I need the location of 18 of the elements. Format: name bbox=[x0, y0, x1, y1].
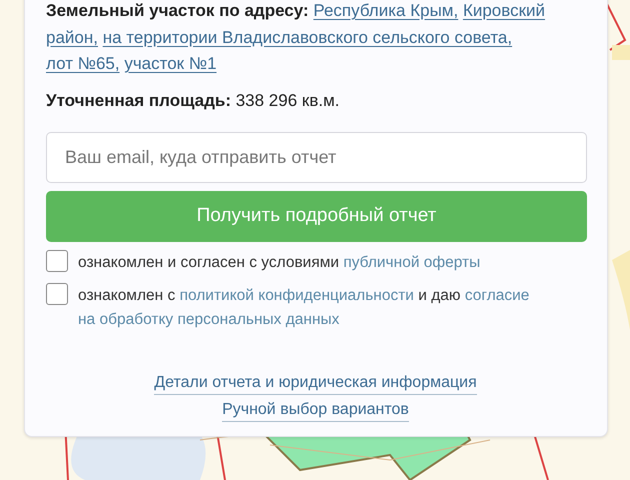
email-field[interactable]: Ваш email, куда отправить отчет bbox=[46, 132, 587, 182]
consent-text: и даю bbox=[418, 286, 461, 304]
info-link[interactable]: Ручной выбор вариантов bbox=[222, 398, 409, 422]
address-link[interactable]: лот №65, bbox=[46, 54, 120, 73]
info-link[interactable]: Детали отчета и юридическая информация bbox=[154, 372, 477, 394]
consent-text: ознакомлен с bbox=[78, 286, 176, 304]
address-link[interactable]: район, bbox=[46, 28, 98, 46]
area-text: Уточненная площадь: 338 296 кв.м. bbox=[46, 90, 340, 110]
address-link[interactable]: Кировский bbox=[462, 1, 546, 20]
consent-link[interactable]: согласие bbox=[464, 286, 530, 304]
consent-text: ознакомлен и согласен с условиями bbox=[78, 254, 340, 270]
address-link[interactable]: участок №1 bbox=[124, 54, 217, 73]
address-link[interactable]: на территории Владиславовского сельского совета, bbox=[102, 28, 512, 46]
consent-link[interactable]: на обработку персональных данных bbox=[78, 310, 340, 328]
consent-link[interactable]: политикой конфиденциальности bbox=[180, 286, 414, 304]
consent-link[interactable]: публичной оферты bbox=[343, 254, 480, 270]
address-link[interactable]: Республика Крым, bbox=[313, 1, 458, 20]
address-label: Земельный участок по адресу: bbox=[46, 1, 309, 20]
